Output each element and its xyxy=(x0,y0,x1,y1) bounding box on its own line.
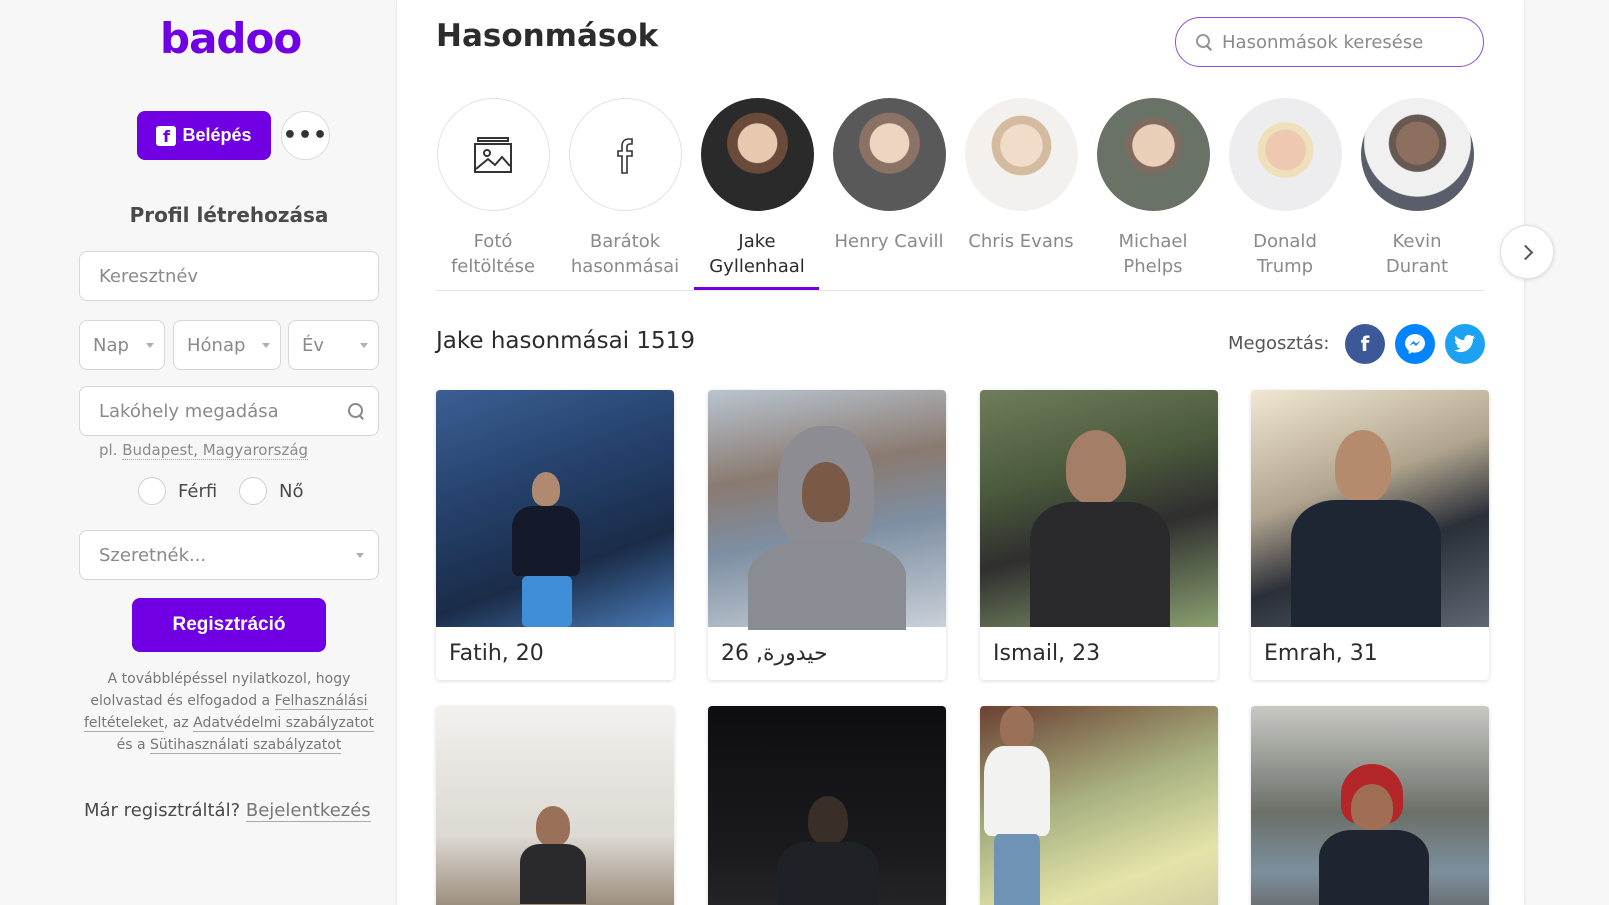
more-options-button[interactable]: ••• xyxy=(281,111,330,160)
city-placeholder: Lakóhely megadása xyxy=(99,400,279,422)
city-hint: pl. Budapest, Magyarország xyxy=(99,441,309,460)
lookalike-card[interactable]: حيدورة, 26 xyxy=(708,390,946,680)
lookalike-card[interactable] xyxy=(980,706,1218,905)
city-hint-example: Budapest, Magyarország xyxy=(122,441,309,460)
birth-year-select[interactable]: Év xyxy=(288,320,379,370)
facebook-icon: f xyxy=(156,125,177,146)
lookalike-card[interactable]: Emrah, 31 xyxy=(1251,390,1489,680)
search-input[interactable]: Hasonmások keresése xyxy=(1175,17,1484,67)
twitter-icon xyxy=(1454,334,1476,353)
privacy-link[interactable]: Adatvédelmi szabályzatot xyxy=(193,715,375,732)
share-messenger-button[interactable] xyxy=(1395,324,1435,364)
celeb-henry-cavill[interactable]: Henry Cavill xyxy=(826,98,952,254)
already-registered: Már regisztráltál? Bejelentkezés xyxy=(84,800,371,822)
avatar xyxy=(1228,98,1342,211)
search-icon xyxy=(348,403,364,419)
lookalike-card[interactable] xyxy=(1251,706,1489,905)
intent-placeholder: Szeretnék... xyxy=(99,544,207,566)
profile-photo xyxy=(1251,706,1489,905)
main-panel: Hasonmások Hasonmások keresése Fotó felt… xyxy=(397,0,1554,905)
chevron-down-icon xyxy=(262,342,270,348)
celeb-kevin-durant[interactable]: Kevin Durant xyxy=(1354,98,1480,279)
celeb-chris-evans[interactable]: Chris Evans xyxy=(958,98,1084,254)
legal-notice: A továbblépéssel nyilatkozol, hogy elolv… xyxy=(83,671,375,754)
active-tab-indicator xyxy=(694,287,819,290)
city-field[interactable]: Lakóhely megadása xyxy=(79,386,379,436)
celebrity-carousel: Fotó feltöltése Barátok hasonmásai Jake … xyxy=(436,98,1554,291)
profile-photo xyxy=(436,390,674,627)
month-placeholder: Hónap xyxy=(187,334,246,356)
celeb-jake-gyllenhaal[interactable]: Jake Gyllenhaal xyxy=(694,98,820,279)
lookalike-card[interactable] xyxy=(436,706,674,905)
facebook-login-button[interactable]: f Belépés xyxy=(137,111,271,160)
avatar xyxy=(568,98,682,211)
share-twitter-button[interactable] xyxy=(1445,324,1485,364)
profile-photo xyxy=(980,706,1218,905)
messenger-icon xyxy=(1405,334,1425,354)
lookalike-card[interactable]: Fatih, 20 xyxy=(436,390,674,680)
facebook-icon: f xyxy=(1360,332,1370,356)
card-caption: Ismail, 23 xyxy=(993,641,1101,666)
lookalike-card[interactable] xyxy=(708,706,946,905)
radio-circle[interactable] xyxy=(239,477,267,505)
gender-female-label: Nő xyxy=(279,480,304,502)
celeb-donald-trump[interactable]: Donald Trump xyxy=(1222,98,1348,279)
intent-select[interactable]: Szeretnék... xyxy=(79,530,379,580)
lookalike-card[interactable]: Ismail, 23 xyxy=(980,390,1218,680)
card-caption: حيدورة, 26 xyxy=(721,641,828,666)
profile-photo xyxy=(1251,390,1489,627)
chevron-right-icon xyxy=(1517,244,1533,260)
chevron-down-icon xyxy=(146,342,154,348)
card-caption: Emrah, 31 xyxy=(1264,641,1378,666)
share-facebook-button[interactable]: f xyxy=(1345,324,1385,364)
carousel-next-button[interactable] xyxy=(1500,225,1554,279)
login-link[interactable]: Bejelentkezés xyxy=(245,800,371,822)
profile-photo xyxy=(708,706,946,905)
avatar xyxy=(964,98,1078,211)
page-title: Hasonmások xyxy=(436,18,659,54)
profile-photo xyxy=(980,390,1218,627)
sidebar: badoo f Belépés ••• Profil létrehozása K… xyxy=(0,0,397,905)
celeb-friends-lookalikes[interactable]: Barátok hasonmásai xyxy=(562,98,688,279)
radio-circle[interactable] xyxy=(138,477,166,505)
cookies-link[interactable]: Sütihasználati szabályzatot xyxy=(150,737,342,754)
gender-female-radio[interactable]: Nő xyxy=(239,477,303,505)
search-icon xyxy=(1196,34,1212,50)
day-placeholder: Nap xyxy=(93,334,129,356)
celeb-upload-photo[interactable]: Fotó feltöltése xyxy=(430,98,556,279)
results-title: Jake hasonmásai 1519 xyxy=(436,328,695,354)
register-button[interactable]: Regisztráció xyxy=(132,598,326,652)
birth-day-select[interactable]: Nap xyxy=(79,320,165,370)
avatar xyxy=(700,98,814,211)
firstname-field[interactable]: Keresztnév xyxy=(79,251,379,301)
profile-photo xyxy=(436,706,674,905)
gender-male-label: Férfi xyxy=(178,480,218,502)
chevron-down-icon xyxy=(356,552,364,558)
birth-month-select[interactable]: Hónap xyxy=(173,320,281,370)
profile-photo xyxy=(708,390,946,630)
facebook-login-label: Belépés xyxy=(182,125,252,145)
year-placeholder: Év xyxy=(302,334,325,356)
facebook-icon xyxy=(617,137,633,174)
search-placeholder: Hasonmások keresése xyxy=(1222,31,1424,53)
card-caption: Fatih, 20 xyxy=(449,641,544,666)
avatar xyxy=(1360,98,1474,211)
gender-male-radio[interactable]: Férfi xyxy=(138,477,217,505)
share-label: Megosztás: xyxy=(1228,333,1330,354)
firstname-placeholder: Keresztnév xyxy=(99,265,199,287)
celeb-michael-phelps[interactable]: Michael Phelps xyxy=(1090,98,1216,279)
profile-create-title: Profil létrehozása xyxy=(129,203,329,227)
image-upload-icon xyxy=(474,136,512,173)
avatar xyxy=(832,98,946,211)
avatar xyxy=(1096,98,1210,211)
chevron-down-icon xyxy=(360,342,368,348)
avatar xyxy=(436,98,550,211)
badoo-logo[interactable]: badoo xyxy=(160,14,302,63)
